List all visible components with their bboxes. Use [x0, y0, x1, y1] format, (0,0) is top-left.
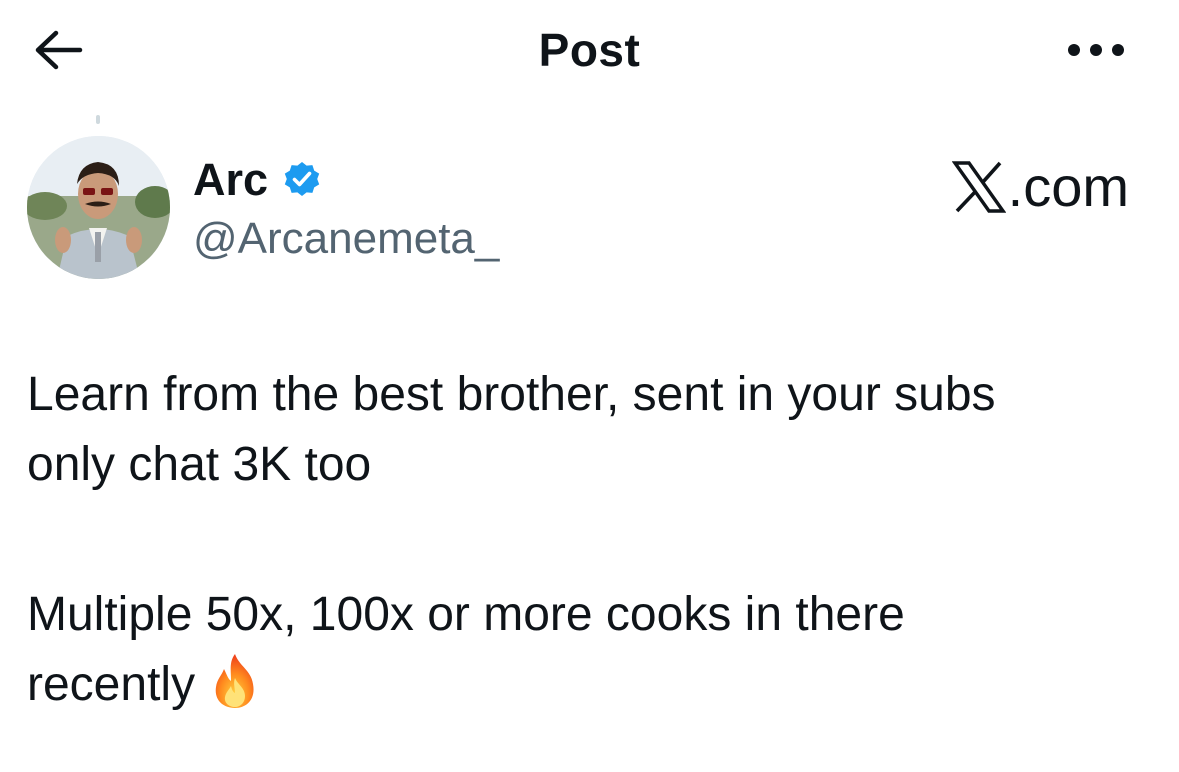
post-body: Learn from the best brother, sent in you… — [27, 360, 1157, 720]
more-horizontal-icon — [1068, 44, 1124, 56]
verified-badge-icon — [284, 162, 320, 196]
x-watermark: .com — [951, 155, 1129, 219]
avatar[interactable] — [27, 136, 170, 279]
avatar-photo — [27, 136, 170, 279]
author-name-row: Arc — [193, 152, 322, 208]
post-paragraph-1: Learn from the best brother, sent in you… — [27, 360, 1157, 500]
thread-connector — [96, 115, 100, 124]
author-name[interactable]: Arc — [193, 152, 268, 208]
page-title: Post — [538, 24, 641, 76]
post-line: recently — [27, 658, 196, 711]
watermark-text: .com — [1007, 155, 1129, 218]
x-logo-icon — [951, 161, 1006, 213]
post-line: Multiple 50x, 100x or more cooks in ther… — [27, 588, 905, 641]
post-line: Learn from the best brother, sent in you… — [27, 368, 996, 421]
more-options-button[interactable] — [1060, 30, 1132, 70]
top-bar: Post — [0, 0, 1179, 100]
post-line: only chat 3K too — [27, 438, 372, 491]
post-paragraph-2: Multiple 50x, 100x or more cooks in ther… — [27, 580, 1157, 720]
author-handle[interactable]: @Arcanemeta_ — [193, 212, 499, 266]
fire-emoji-icon — [215, 654, 254, 708]
